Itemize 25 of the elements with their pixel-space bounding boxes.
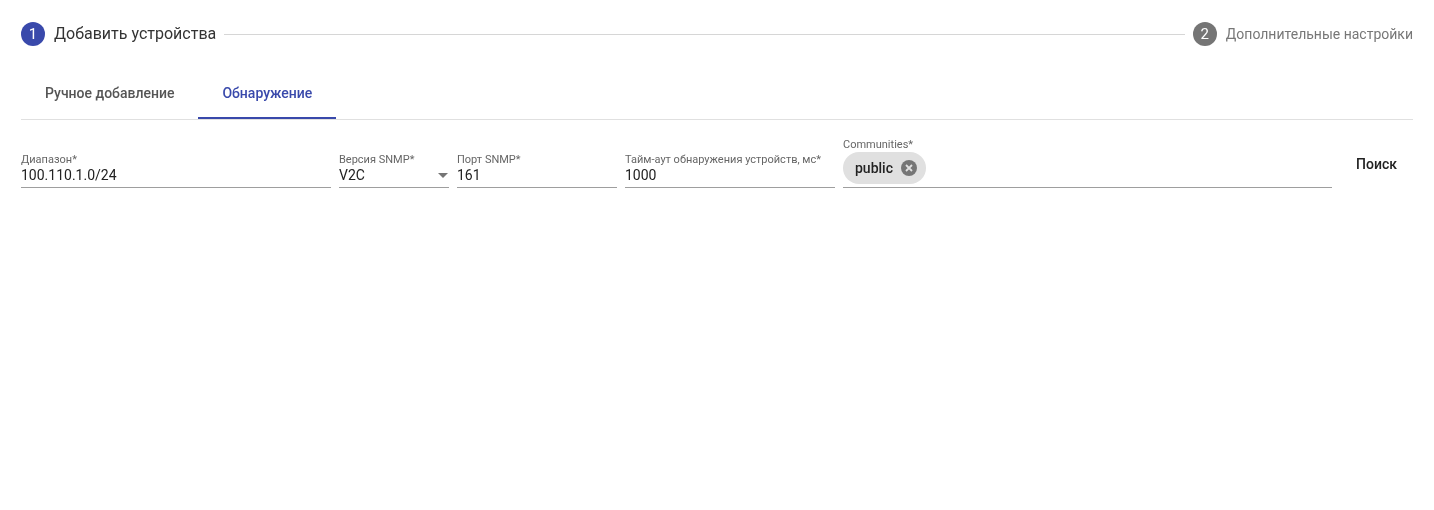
step-label: Дополнительные настройки (1225, 24, 1413, 44)
caret-icon (438, 172, 448, 178)
field-label: Порт SNMP* (457, 154, 522, 165)
chips-field[interactable]: Communities* public (843, 139, 1332, 188)
search-button[interactable]: Поиск (1340, 146, 1413, 182)
step-number: 2 (1192, 22, 1217, 46)
input-field[interactable]: Диапазон* 100.110.1.0/24 (21, 154, 331, 188)
remove-icon[interactable] (900, 160, 917, 176)
field-label: Тайм-аут обнаружения устройств, мс* (625, 154, 822, 165)
select-value: V2C (339, 168, 365, 182)
step-number: 1 (21, 22, 45, 46)
step-label: Добавить устройства (54, 23, 217, 45)
input-field[interactable]: Порт SNMP* 161 (457, 154, 617, 188)
field-label: Диапазон* (21, 154, 78, 165)
tab[interactable]: Ручное добавление (21, 70, 199, 119)
chip[interactable]: public (843, 152, 926, 184)
input-field[interactable]: Тайм-аут обнаружения устройств, мс* 1000 (625, 154, 835, 188)
tab[interactable]: Обнаружение (198, 70, 337, 119)
select-field[interactable]: Версия SNMP* V2C (339, 154, 449, 188)
field-label: Версия SNMP* (339, 154, 416, 165)
input-value: 100.110.1.0/24 (21, 168, 118, 182)
input-value: 1000 (625, 168, 658, 182)
input-value: 161 (457, 168, 482, 182)
field-label: Communities* (843, 139, 915, 150)
chip-label: public (855, 158, 893, 178)
